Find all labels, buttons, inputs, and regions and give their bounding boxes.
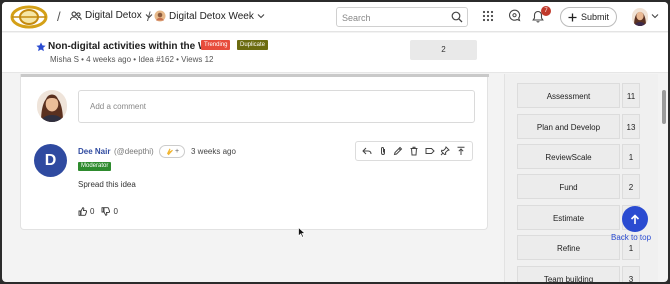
trash-icon[interactable] [409,146,419,156]
comments-card: Add a comment D Dee Nair (@deepthi) + 3 … [20,74,489,230]
user-avatar[interactable] [632,8,648,26]
breadcrumb-label: Digital Detox [85,10,142,21]
commenter-name[interactable]: Dee Nair [78,147,110,156]
add-comment-input[interactable]: Add a comment [78,90,475,123]
commenter-avatar[interactable]: D [34,144,67,177]
thumbs-down-icon[interactable] [101,207,111,216]
submit-button[interactable]: Submit [560,7,617,27]
stages-sidebar: Assessment 11 Plan and Develop 13 Review… [504,74,658,282]
idea-header: Non-digital activities within the WS Tre… [2,33,668,73]
breadcrumb-subcommunity[interactable]: Digital Detox Week [154,10,265,22]
comment-text: Spread this idea [78,180,136,189]
stage-item-plan-and-develop[interactable]: Plan and Develop [517,114,620,139]
moderator-badge: Moderator [78,162,112,171]
clap-emoji-icon [166,148,173,156]
duplicate-badge: Duplicate [237,40,269,50]
edit-pencil-icon[interactable] [393,146,403,156]
stage-item-fund[interactable]: Fund [517,174,620,199]
notification-count-badge: 7 [541,6,551,16]
chevron-down-icon [257,14,265,19]
stage-count: 3 [622,266,640,282]
stage-item-reviewscale[interactable]: ReviewScale [517,144,620,169]
add-reaction-plus: + [174,148,180,155]
move-to-top-icon[interactable] [456,146,466,156]
tag-label-icon[interactable] [425,146,435,156]
apps-grid-icon[interactable] [482,10,494,22]
page-scrollbar[interactable] [662,90,666,124]
mouse-cursor-icon [298,227,306,238]
app-window: / Digital Detox / Digital Detox Week 7 [2,2,668,282]
breadcrumb-label: Digital Detox Week [169,10,254,22]
breadcrumb-separator: / [147,9,151,24]
comment-actions-toolbar [355,141,473,161]
current-user-avatar [37,90,67,122]
search-icon[interactable] [451,11,463,23]
back-to-top-label[interactable]: Back to top [611,233,651,242]
comment-votes: 0 0 [78,207,118,216]
breadcrumb-community[interactable]: Digital Detox [70,10,153,21]
idea-meta: Misha S • 4 weeks ago • Idea #162 • View… [50,55,214,64]
trending-badge: Trending [201,40,231,50]
breadcrumb-separator: / [57,9,61,24]
idea-title: Non-digital activities within the WS [48,41,215,52]
stage-item-refine[interactable]: Refine [517,235,620,260]
search-input[interactable] [337,9,442,27]
stage-item-team-building[interactable]: Team building [517,266,620,282]
chat-bubble-icon[interactable] [508,9,521,23]
add-reaction-button[interactable]: + [159,145,185,158]
divider [21,74,489,77]
vote-count-button[interactable]: 2 [410,40,477,60]
arrow-up-icon [630,213,640,224]
star-icon[interactable] [36,42,46,52]
people-icon [70,11,82,20]
brand-logo[interactable] [10,5,48,29]
search-box [336,7,468,27]
thumbs-up-icon[interactable] [78,207,87,216]
stage-count: 11 [622,83,640,108]
downvote-count: 0 [113,207,118,216]
comment-timestamp: 3 weeks ago [191,147,236,156]
back-to-top-button[interactable] [622,206,648,232]
plus-icon [568,13,577,21]
reply-icon[interactable] [362,146,372,156]
commenter-handle: (@deepthi) [114,147,154,156]
pin-icon[interactable] [440,146,451,156]
community-avatar-icon [154,10,166,22]
chevron-down-icon[interactable] [651,13,659,19]
stage-count: 1 [622,144,640,169]
stage-count: 13 [622,114,640,139]
stage-item-estimate[interactable]: Estimate [517,205,620,230]
top-navigation-bar: / Digital Detox / Digital Detox Week 7 [2,2,668,32]
stage-item-assessment[interactable]: Assessment [517,83,620,108]
submit-button-label: Submit [580,12,609,22]
upvote-count: 0 [90,207,95,216]
stage-count: 2 [622,174,640,199]
paperclip-icon[interactable] [378,146,388,156]
